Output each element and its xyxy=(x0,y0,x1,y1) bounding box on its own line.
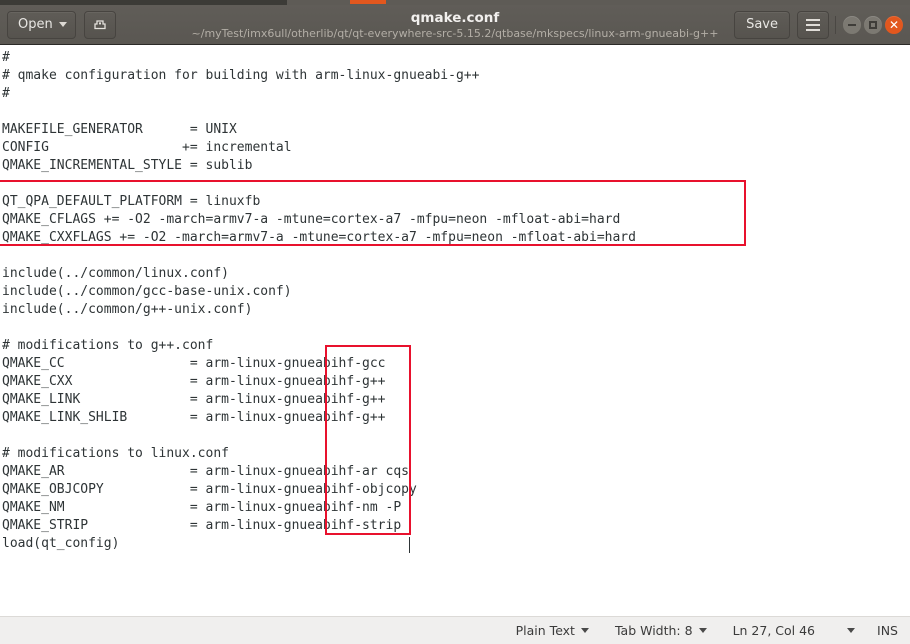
save-button[interactable]: Save xyxy=(734,10,790,39)
chevron-down-icon xyxy=(698,628,707,633)
minimize-icon[interactable] xyxy=(843,15,861,34)
menu-button[interactable] xyxy=(797,10,829,39)
tab-strip-accent xyxy=(350,0,386,4)
window-controls: ✕ xyxy=(835,15,903,34)
chevron-down-icon xyxy=(847,628,856,633)
save-as-button[interactable] xyxy=(83,10,116,39)
language-label: Plain Text xyxy=(515,623,575,638)
chevron-down-icon xyxy=(58,22,67,27)
tab-width-label: Tab Width: 8 xyxy=(614,623,693,638)
save-as-icon xyxy=(92,15,108,35)
close-icon[interactable]: ✕ xyxy=(885,15,903,34)
insert-mode-indicator[interactable]: INS xyxy=(877,623,898,638)
statusbar: Plain Text Tab Width: 8 Ln 27, Col 46 IN… xyxy=(0,616,910,644)
open-button[interactable]: Open xyxy=(7,10,76,39)
titlebar-right-zone: Save ✕ xyxy=(734,10,903,39)
editor-text[interactable]: # # qmake configuration for building wit… xyxy=(2,49,636,553)
cursor-position[interactable]: Ln 27, Col 46 xyxy=(732,623,856,638)
gedit-window: Open qmake.conf ~/myTest/imx6ull/otherli… xyxy=(0,0,910,644)
language-selector[interactable]: Plain Text xyxy=(516,623,589,638)
maximize-icon[interactable] xyxy=(864,15,882,34)
save-button-label: Save xyxy=(746,17,778,32)
cursor-position-label: Ln 27, Col 46 xyxy=(732,623,816,638)
titlebar: Open qmake.conf ~/myTest/imx6ull/otherli… xyxy=(0,5,910,45)
text-editor-area[interactable]: # # qmake configuration for building wit… xyxy=(0,45,910,616)
file-path-subtitle: ~/myTest/imx6ull/otherlib/qt/qt-everywhe… xyxy=(191,26,719,40)
open-button-label: Open xyxy=(18,17,53,32)
hamburger-menu-icon xyxy=(806,18,820,31)
chevron-down-icon xyxy=(580,628,589,633)
tab-width-selector[interactable]: Tab Width: 8 xyxy=(615,623,707,638)
insert-mode-label: INS xyxy=(877,623,898,638)
text-cursor xyxy=(409,537,410,553)
page-title: qmake.conf xyxy=(410,9,500,26)
